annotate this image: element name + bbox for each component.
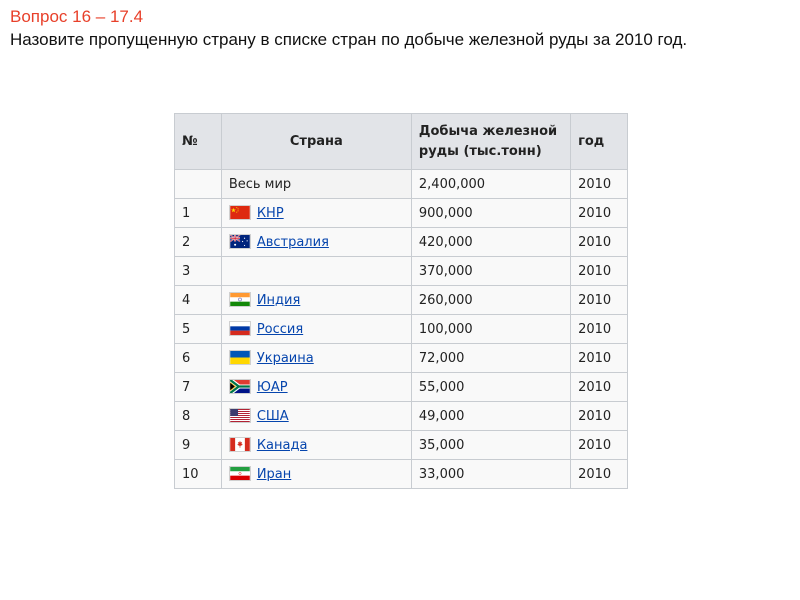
country-link-iran[interactable]: Иран	[257, 467, 291, 482]
row-country: Россия	[220, 314, 412, 344]
row-production: 370,000	[410, 256, 572, 286]
row-production: 35,000	[410, 430, 572, 460]
row-country: Канада	[220, 430, 412, 460]
country-link-australia[interactable]: Австралия	[257, 235, 329, 250]
table-row: 7 ЮАР 55,000 2010	[174, 372, 628, 402]
row-country: США	[220, 401, 412, 431]
header-number: №	[174, 113, 222, 170]
row-production: 260,000	[410, 285, 572, 315]
table-row: 10 Иран 33,000 2010	[174, 459, 628, 489]
row-country-missing	[220, 256, 412, 286]
table-row: 5 Россия 100,000 2010	[174, 314, 628, 344]
question-header: Вопрос 16 – 17.4 Назовите пропущенную ст…	[10, 6, 687, 52]
header-production: Добыча железной руды (тыс.тонн)	[410, 113, 572, 170]
row-year: 2010	[570, 343, 628, 373]
row-number: 1	[174, 198, 222, 228]
header-country: Страна	[220, 113, 412, 170]
row-production: 49,000	[410, 401, 572, 431]
flag-south-africa-icon	[228, 379, 251, 394]
table-row: 8 США 49,000 2010	[174, 401, 628, 431]
flag-canada-icon	[228, 437, 251, 452]
country-link-india[interactable]: Индия	[257, 293, 300, 308]
row-country: Украина	[220, 343, 412, 373]
row-number: 5	[174, 314, 222, 344]
iron-ore-table: № Страна Добыча железной руды (тыс.тонн)…	[174, 113, 628, 489]
row-number: 8	[174, 401, 222, 431]
row-number: 6	[174, 343, 222, 373]
row-number: 9	[174, 430, 222, 460]
table-row: 4 Индия 260,000 2010	[174, 285, 628, 315]
row-production: 72,000	[410, 343, 572, 373]
row-number: 2	[174, 227, 222, 257]
table-row: 6 Украина 72,000 2010	[174, 343, 628, 373]
flag-india-icon	[228, 292, 251, 307]
flag-russia-icon	[228, 321, 251, 336]
row-production: 420,000	[410, 227, 572, 257]
row-year: 2010	[570, 401, 628, 431]
table-row: 2 Австралия 420,000 2010	[174, 227, 628, 257]
question-text: Назовите пропущенную страну в списке стр…	[10, 30, 688, 49]
row-year: 2010	[570, 169, 628, 199]
row-country: Индия	[220, 285, 412, 315]
row-number	[174, 169, 222, 199]
table-header-row: № Страна Добыча железной руды (тыс.тонн)…	[174, 113, 628, 170]
row-year: 2010	[570, 372, 628, 402]
country-link-china[interactable]: КНР	[257, 206, 284, 221]
country-link-south-africa[interactable]: ЮАР	[257, 380, 288, 395]
row-country: КНР	[220, 198, 412, 228]
flag-china-icon	[228, 205, 251, 220]
flag-ukraine-icon	[228, 350, 251, 365]
row-production: 33,000	[410, 459, 572, 489]
flag-iran-icon	[228, 466, 251, 481]
row-country: Иран	[220, 459, 412, 489]
country-link-usa[interactable]: США	[257, 409, 289, 424]
table-row: 1 КНР 900,000 2010	[174, 198, 628, 228]
country-link-canada[interactable]: Канада	[257, 438, 308, 453]
row-production: 2,400,000	[410, 169, 572, 199]
country-link-russia[interactable]: Россия	[257, 322, 303, 337]
row-year: 2010	[570, 314, 628, 344]
row-production: 100,000	[410, 314, 572, 344]
flag-australia-icon	[228, 234, 251, 249]
table-row-missing: 3 370,000 2010	[174, 256, 628, 286]
header-year: год	[570, 113, 628, 170]
row-production: 900,000	[410, 198, 572, 228]
country-link-ukraine[interactable]: Украина	[257, 351, 314, 366]
row-year: 2010	[570, 227, 628, 257]
row-year: 2010	[570, 459, 628, 489]
row-number: 3	[174, 256, 222, 286]
row-year: 2010	[570, 256, 628, 286]
row-year: 2010	[570, 198, 628, 228]
row-year: 2010	[570, 430, 628, 460]
row-number: 10	[174, 459, 222, 489]
question-title: Вопрос 16 – 17.4	[10, 7, 144, 26]
table-row: Весь мир 2,400,000 2010	[174, 169, 628, 199]
row-production: 55,000	[410, 372, 572, 402]
row-year: 2010	[570, 285, 628, 315]
row-country: Австралия	[220, 227, 412, 257]
flag-usa-icon	[228, 408, 251, 423]
row-country-world: Весь мир	[220, 169, 412, 199]
row-number: 4	[174, 285, 222, 315]
table-row: 9 Канада 35,000 2010	[174, 430, 628, 460]
row-country: ЮАР	[220, 372, 412, 402]
row-number: 7	[174, 372, 222, 402]
